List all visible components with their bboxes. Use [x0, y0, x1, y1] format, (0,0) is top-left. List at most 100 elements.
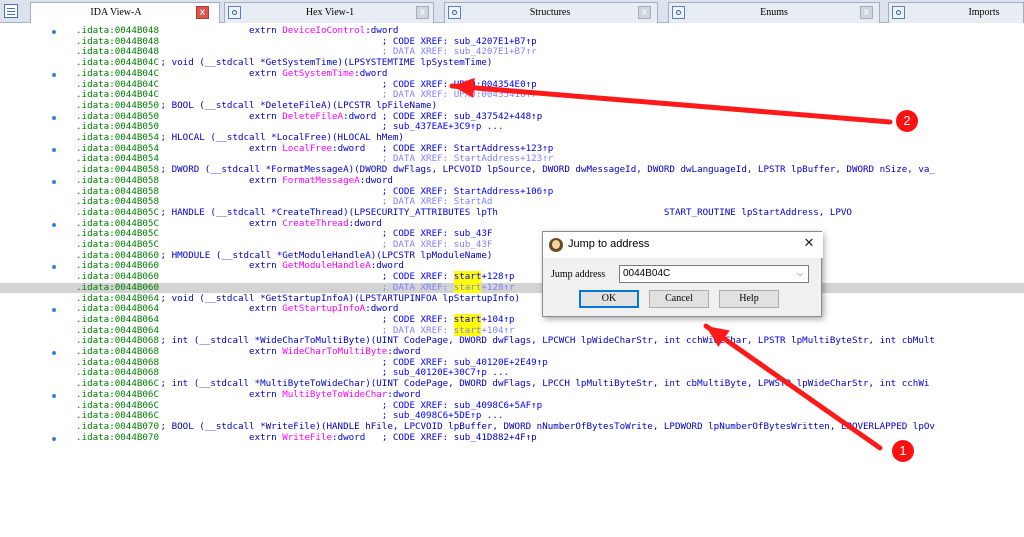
code-text: :dword: [365, 25, 399, 36]
code-text: ; CODE XREF: sub_4207E1+B7↑p: [155, 35, 537, 47]
code-text: extrn: [155, 303, 283, 315]
code-text: ; DWORD (__stdcall *FormatMessageA)(DWOR…: [155, 164, 935, 176]
function-name[interactable]: GetModuleHandleA: [282, 260, 371, 272]
code-text: :dword: [387, 346, 421, 357]
code-text: +128↑p: [481, 271, 515, 283]
code-text: :dword ; CODE XREF: StartAddress+123↑p: [332, 142, 554, 154]
tab-ida-view-a[interactable]: IDA View-A x: [30, 2, 220, 23]
enums-icon: [672, 6, 685, 19]
disasm-line[interactable]: .idata:0044B05C ; HANDLE (__stdcall *Cre…: [0, 206, 1024, 219]
tab-enums[interactable]: Enums x: [668, 2, 880, 23]
breakpoint-dot-icon[interactable]: [52, 222, 56, 227]
disassembly-view[interactable]: .idata:0044B048 extrn DeviceIoControl:dw…: [0, 23, 1024, 537]
code-text: :dword: [359, 174, 393, 186]
code-text: :dword: [370, 260, 404, 272]
breakpoint-dot-icon[interactable]: [52, 308, 56, 313]
line-address: .idata:0044B060: [76, 281, 159, 293]
dialog-title: Jump to address: [568, 238, 650, 250]
breakpoint-dot-icon[interactable]: [52, 436, 56, 441]
code-text: ; CODE XREF: sub_4098C6+5AF↑p: [155, 399, 543, 411]
breakpoint-dot-icon[interactable]: [52, 147, 56, 152]
jump-address-input[interactable]: 0044B04C ⌵: [619, 265, 809, 283]
code-text: :dword ; CODE XREF: sub_41D882+4F↑p: [332, 431, 537, 443]
jump-to-address-dialog: Jump to address ✕ Jump address 0044B04C …: [542, 231, 823, 317]
function-name[interactable]: MultiByteToWideChar: [282, 389, 387, 400]
tab-imports[interactable]: Imports: [888, 2, 1024, 23]
step-badge-2: 2: [896, 110, 918, 132]
line-address: .idata:0044B06C: [76, 388, 159, 400]
code-text: start: [453, 313, 482, 325]
function-name[interactable]: WriteFile: [282, 432, 332, 443]
close-icon[interactable]: x: [196, 6, 209, 19]
code-text: ; DATA XREF: sub_43F: [155, 239, 493, 250]
cancel-button[interactable]: Cancel: [649, 290, 709, 308]
imports-icon: [892, 6, 905, 19]
close-icon[interactable]: x: [860, 6, 873, 19]
code-text: START_ROUTINE lpStartAddress, LPVO: [497, 206, 852, 218]
code-text: extrn: [155, 217, 283, 229]
function-name[interactable]: LocalFree: [282, 143, 332, 154]
code-text: :dword: [348, 217, 382, 229]
close-icon[interactable]: x: [416, 6, 429, 19]
breakpoint-dot-icon[interactable]: [52, 72, 56, 77]
code-text: ; DATA XREF: StartAd: [155, 196, 493, 208]
function-name[interactable]: CreateThread: [282, 218, 348, 229]
code-text: extrn: [155, 25, 283, 36]
function-name[interactable]: GetStartupInfoA: [282, 303, 365, 314]
code-text: ; BOOL (__stdcall *WriteFile)(HANDLE hFi…: [155, 420, 935, 432]
code-text: extrn: [155, 388, 283, 400]
chevron-down-icon[interactable]: ⌵: [794, 266, 806, 282]
jump-address-value: 0044B04C: [623, 268, 671, 279]
code-text: ; CODE XREF: sub_43F: [155, 228, 493, 240]
step-badge-1: 1: [892, 440, 914, 462]
code-text: ; HMODULE (__stdcall *GetModuleHandleA)(…: [155, 249, 493, 261]
line-address: .idata:0044B070: [76, 431, 159, 443]
functions-window-icon[interactable]: [4, 4, 18, 18]
code-text: extrn: [155, 260, 283, 272]
breakpoint-dot-icon[interactable]: [52, 115, 56, 120]
code-text: ; DATA XREF: UPX0:00435418↑r: [155, 89, 537, 101]
code-text: ; BOOL (__stdcall *DeleteFileA)(LPCSTR l…: [155, 99, 438, 111]
tab-structures[interactable]: Structures x: [444, 2, 658, 23]
function-name[interactable]: DeviceIoControl: [282, 25, 365, 36]
code-text: ; void (__stdcall *GetSystemTime)(LPSYST…: [155, 57, 493, 69]
function-name[interactable]: GetSystemTime: [282, 68, 354, 79]
function-name[interactable]: DeleteFileA: [282, 111, 343, 122]
line-address: .idata:0044B05C: [76, 206, 159, 218]
code-text: extrn: [155, 346, 283, 357]
line-address: .idata:0044B050: [76, 99, 159, 111]
function-name[interactable]: FormatMessageA: [282, 175, 359, 186]
code-text: ; CODE XREF: sub_40120E+2E49↑p: [155, 356, 548, 368]
code-text: start: [453, 324, 482, 336]
code-text: ; sub_40120E+30C7↑p ...: [155, 367, 510, 379]
code-text: ; DATA XREF:: [155, 324, 454, 336]
function-name[interactable]: WideCharToMultiByte: [282, 346, 387, 357]
close-icon[interactable]: ✕: [801, 236, 817, 252]
code-text: extrn: [155, 110, 283, 122]
tab-hex-view-1[interactable]: Hex View-1 x: [224, 2, 434, 23]
code-text: extrn: [155, 174, 283, 186]
breakpoint-dot-icon[interactable]: [52, 30, 56, 34]
code-text: :dword: [365, 303, 399, 315]
structures-icon: [448, 6, 461, 19]
breakpoint-dot-icon[interactable]: [52, 265, 56, 270]
tab-label: IDA View-A: [90, 7, 142, 18]
code-text: +104↑p: [481, 313, 515, 325]
disasm-line[interactable]: .idata:0044B070 extrn WriteFile:dword ; …: [0, 431, 1024, 444]
dialog-title-bar[interactable]: Jump to address ✕: [543, 232, 823, 258]
close-icon[interactable]: x: [638, 6, 651, 19]
line-address: .idata:0044B058: [76, 174, 159, 186]
code-text: ; int (__stdcall *MultiByteToWideChar)(U…: [155, 378, 930, 390]
help-button[interactable]: Help: [719, 290, 779, 308]
tab-label: Enums: [760, 7, 788, 18]
breakpoint-dot-icon[interactable]: [52, 179, 56, 184]
code-text: ; DATA XREF: StartAddress+123↑r: [155, 153, 554, 165]
ida-app-icon: [549, 238, 563, 252]
code-text: ; HLOCAL (__stdcall *LocalFree)(HLOCAL h…: [155, 132, 404, 143]
tab-label: Hex View-1: [305, 7, 355, 18]
breakpoint-dot-icon[interactable]: [52, 351, 56, 355]
breakpoint-dot-icon[interactable]: [52, 393, 56, 398]
tab-label: Imports: [968, 7, 1000, 18]
code-text: +128↑r: [481, 281, 515, 293]
ok-button[interactable]: OK: [579, 290, 639, 308]
